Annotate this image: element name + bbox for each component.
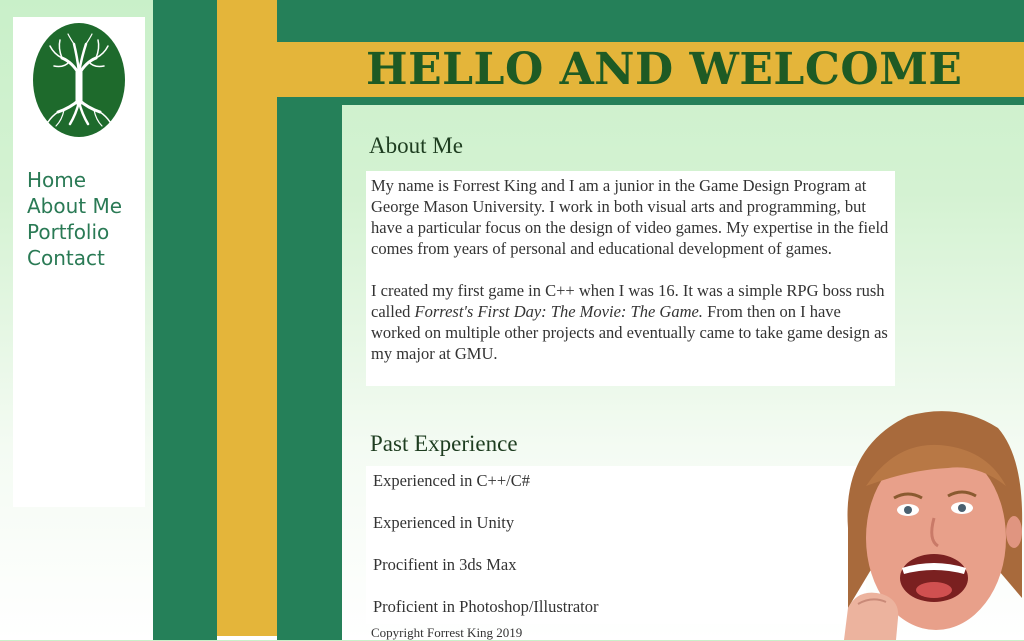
nav-about-link[interactable]: About Me	[27, 193, 122, 219]
green-strip-decor	[277, 97, 1024, 105]
nav-home-link[interactable]: Home	[27, 167, 122, 193]
profile-photo	[838, 408, 1024, 640]
green-column-decor	[153, 0, 217, 640]
game-title-italic: Forrest's First Day: The Movie: The Game…	[414, 302, 703, 321]
about-heading: About Me	[369, 133, 463, 158]
experience-item: Experienced in C++/C#	[373, 471, 530, 490]
nav-portfolio-link[interactable]: Portfolio	[27, 219, 122, 245]
about-paragraph-1: My name is Forrest King and I am a junio…	[371, 176, 889, 258]
about-paragraph-2: I created my first game in C++ when I wa…	[371, 280, 889, 364]
sidebar: Home About Me Portfolio Contact	[13, 17, 145, 507]
experience-heading: Past Experience	[370, 431, 518, 456]
about-text-box: My name is Forrest King and I am a junio…	[366, 171, 895, 386]
green-top-band	[277, 0, 1024, 42]
nav-contact-link[interactable]: Contact	[27, 245, 122, 271]
main-nav: Home About Me Portfolio Contact	[27, 167, 122, 271]
copyright-text: Copyright Forrest King 2019	[371, 625, 523, 640]
experience-item: Experienced in Unity	[373, 513, 515, 532]
page-title: HELLO AND WELCOME	[366, 44, 963, 95]
experience-item: Procifient in 3ds Max	[373, 555, 517, 574]
tree-logo-icon	[33, 23, 125, 137]
yellow-column-decor	[217, 0, 277, 636]
experience-list: Experienced in C++/C# Experienced in Uni…	[366, 466, 866, 624]
